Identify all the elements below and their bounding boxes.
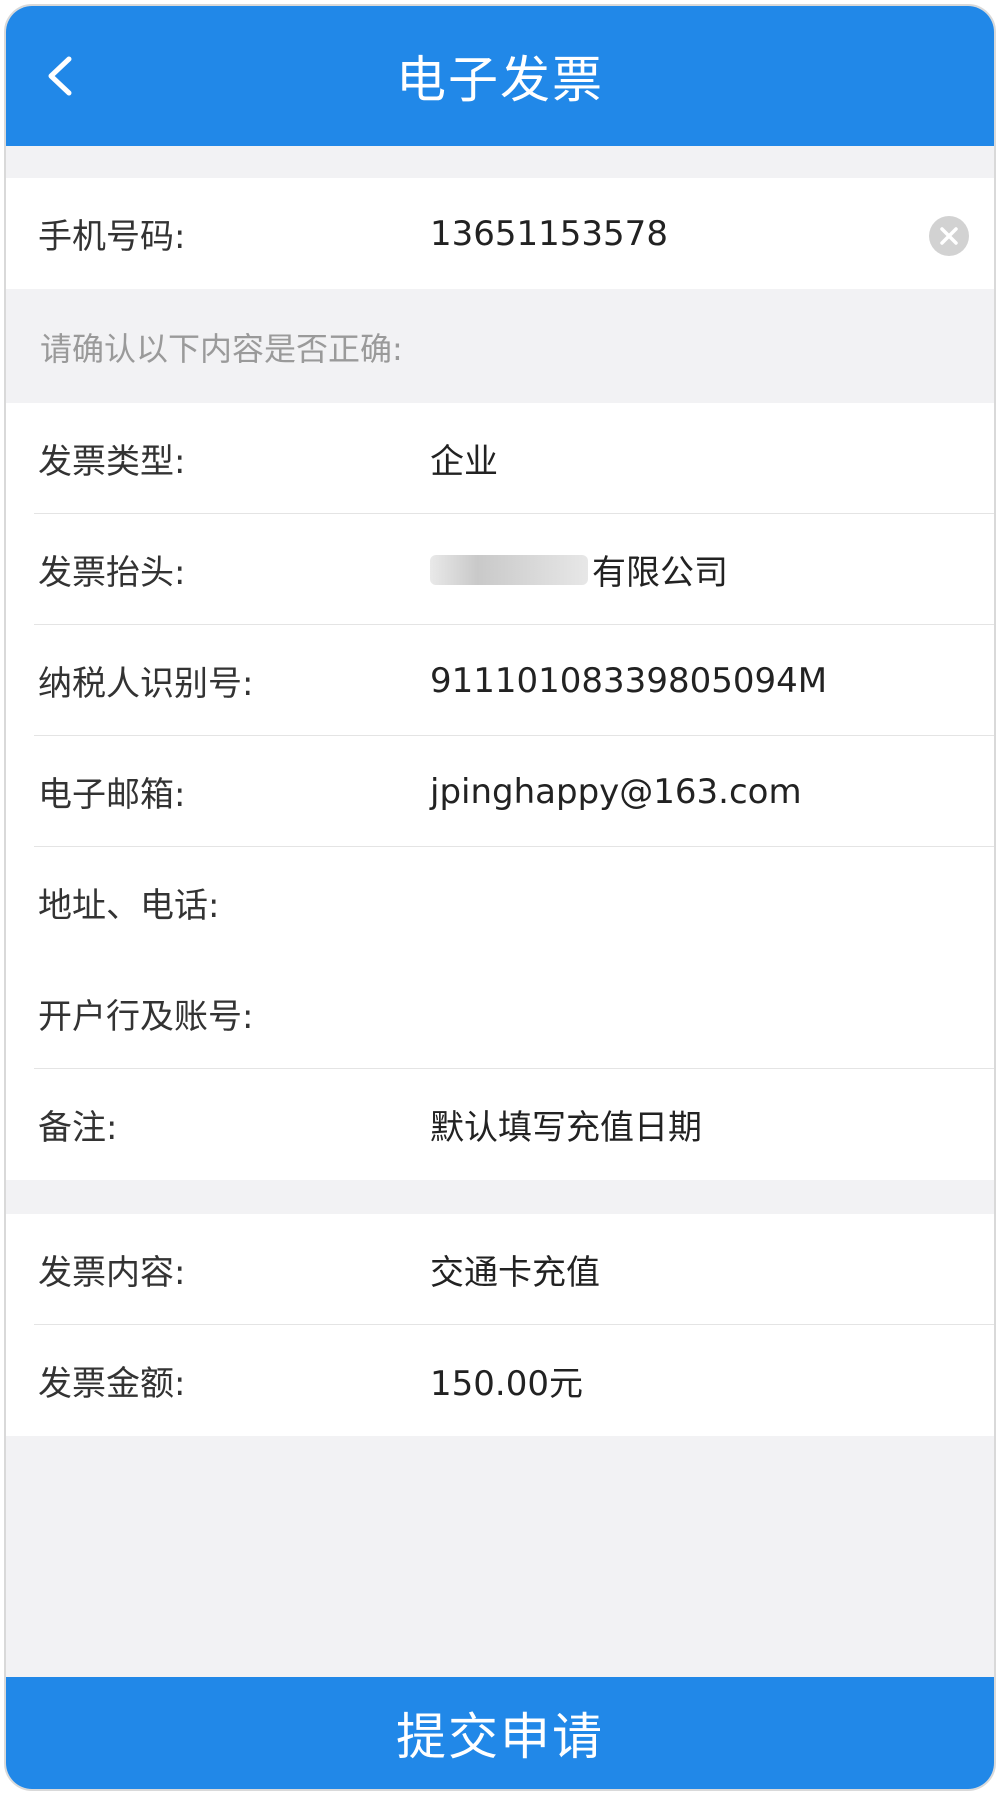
redacted-blur <box>430 554 588 585</box>
invoice-content-value: 交通卡充值 <box>430 1253 600 1293</box>
remark-value: 默认填写充值日期 <box>430 1108 702 1148</box>
invoice-title-row: 发票抬头: 有限公司 <box>6 514 994 625</box>
email-label: 电子邮箱: <box>38 775 186 815</box>
invoice-type-value: 企业 <box>430 442 498 482</box>
invoice-amount-value: 150.00元 <box>430 1364 583 1404</box>
invoice-details-panel: 发票类型: 企业 发票抬头: 有限公司 纳税人识别号: 911101083398… <box>6 403 994 1180</box>
invoice-summary-panel: 发票内容: 交通卡充值 发票金额: 150.00元 <box>6 1214 994 1436</box>
clear-icon[interactable] <box>928 215 970 257</box>
page-title: 电子发票 <box>396 51 604 109</box>
email-value: jpinghappy@163.com <box>430 771 802 812</box>
taxpayer-id-label: 纳税人识别号: <box>38 664 254 704</box>
invoice-amount-row: 发票金额: 150.00元 <box>6 1325 994 1436</box>
address-phone-label: 地址、电话: <box>38 886 220 926</box>
taxpayer-id-row: 纳税人识别号: 91110108339805094M <box>6 625 994 736</box>
email-row: 电子邮箱: jpinghappy@163.com <box>6 736 994 847</box>
phone-value[interactable]: 13651153578 <box>430 178 668 289</box>
invoice-type-row: 发票类型: 企业 <box>6 403 994 514</box>
invoice-type-label: 发票类型: <box>38 442 186 482</box>
address-phone-row: 地址、电话: <box>6 847 994 958</box>
bank-account-row: 开户行及账号: <box>6 958 994 1069</box>
invoice-content-label: 发票内容: <box>38 1253 186 1293</box>
phone-row[interactable]: 手机号码: 13651153578 <box>6 178 994 289</box>
invoice-amount-label: 发票金额: <box>38 1364 186 1404</box>
submit-button[interactable]: 提交申请 <box>6 1677 994 1789</box>
invoice-title-value: 有限公司 <box>592 553 728 593</box>
taxpayer-id-value: 91110108339805094M <box>430 660 828 701</box>
phone-panel: 手机号码: 13651153578 <box>6 178 994 289</box>
remark-label: 备注: <box>38 1108 118 1148</box>
invoice-title-label: 发票抬头: <box>38 553 186 593</box>
remark-row: 备注: 默认填写充值日期 <box>6 1069 994 1180</box>
navigation-bar: 电子发票 <box>6 6 994 146</box>
phone-label: 手机号码: <box>38 217 186 257</box>
confirm-hint: 请确认以下内容是否正确: <box>40 330 403 368</box>
invoice-content-row: 发票内容: 交通卡充值 <box>6 1214 994 1325</box>
bank-account-label: 开户行及账号: <box>38 997 254 1037</box>
phone-screen: 电子发票 手机号码: 13651153578 请确认以下内容是否正确: 发票类型… <box>4 4 996 1791</box>
invoice-title-value-wrap: 有限公司 <box>430 514 728 625</box>
